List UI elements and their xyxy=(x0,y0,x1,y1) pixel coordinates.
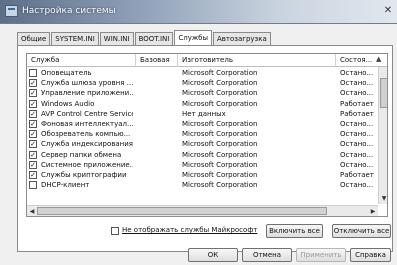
close-button[interactable]: ✕ xyxy=(381,4,395,18)
service-name: Оповещатель xyxy=(41,69,92,77)
service-name: Сервер папки обмена xyxy=(41,150,122,159)
service-manufacturer: Microsoft Corporation xyxy=(182,89,258,98)
service-manufacturer: Microsoft Corporation xyxy=(182,150,258,159)
service-status: Работает xyxy=(340,171,374,179)
service-manufacturer: Microsoft Corporation xyxy=(182,171,258,179)
service-row[interactable]: DHCP-клиент Microsoft Corporation Остано..… xyxy=(27,180,377,190)
service-row[interactable]: ✓ Windows Audio Microsoft Corporation Работ… xyxy=(27,99,377,109)
service-row[interactable]: ✓ AVP Control Centre Service Нет данных Раб… xyxy=(27,109,377,119)
service-row[interactable]: ✓ Фоновая интеллектуал... Microsoft Corpor… xyxy=(27,119,377,129)
cancel-button[interactable]: Отмена xyxy=(242,248,292,262)
service-status: Остано... xyxy=(340,150,374,159)
service-checkbox[interactable]: ✓ xyxy=(29,140,37,149)
service-manufacturer: Microsoft Corporation xyxy=(182,99,258,108)
service-checkbox[interactable]: ✓ xyxy=(29,109,37,118)
service-manufacturer: Microsoft Corporation xyxy=(182,69,258,77)
service-checkbox[interactable] xyxy=(29,69,37,77)
hide-microsoft-label[interactable]: Не отображать службы Майкрософт xyxy=(122,226,257,234)
service-manufacturer: Microsoft Corporation xyxy=(182,120,258,128)
service-row[interactable]: ✓ Службы криптографии Microsoft Corporatio… xyxy=(27,170,377,180)
column-divider[interactable] xyxy=(335,54,336,67)
service-manufacturer: Microsoft Corporation xyxy=(182,79,258,88)
service-checkbox[interactable]: ✓ xyxy=(29,171,37,179)
service-checkbox[interactable]: ✓ xyxy=(29,160,37,169)
horizontal-scroll-thumb[interactable] xyxy=(37,207,327,215)
help-button[interactable]: Справка xyxy=(350,248,391,262)
scroll-up-arrow-icon[interactable]: ▲ xyxy=(376,55,381,63)
service-name: Windows Audio xyxy=(41,99,95,108)
vertical-scrollbar[interactable]: ▼ xyxy=(378,67,387,204)
service-status: Работает xyxy=(340,109,374,118)
column-manufacturer[interactable]: Изготовитель xyxy=(182,56,233,64)
service-row[interactable]: ✓ Управление приложени... Microsoft Corpor… xyxy=(27,88,377,98)
service-checkbox[interactable]: ✓ xyxy=(29,150,37,159)
tab-system-ini[interactable]: SYSTEM.INI xyxy=(51,32,99,45)
disable-all-button[interactable]: Отключить все xyxy=(332,224,391,238)
service-status: Остано... xyxy=(340,69,374,77)
services-list: Служба Базовая Изготовитель Состоя... ▲ … xyxy=(26,53,388,217)
ok-button[interactable]: ОК xyxy=(188,248,238,262)
service-name: Фоновая интеллектуал... xyxy=(41,120,133,128)
tab-strip: Общие SYSTEM.INI WIN.INI BOOT.INI Службы… xyxy=(17,30,272,45)
service-row[interactable]: ✓ Обозреватель компью... Microsoft Corpora… xyxy=(27,129,377,139)
vertical-scroll-thumb[interactable] xyxy=(380,78,387,108)
service-status: Остано... xyxy=(340,181,374,190)
service-status: Остано... xyxy=(340,89,374,98)
column-basic[interactable]: Базовая xyxy=(140,56,170,64)
window-title: Настройка системы xyxy=(22,6,116,16)
service-status: Остано... xyxy=(340,79,374,88)
app-icon xyxy=(5,5,18,17)
service-checkbox[interactable]: ✓ xyxy=(29,99,37,108)
service-manufacturer: Нет данных xyxy=(182,109,226,118)
service-name: Обозреватель компью... xyxy=(41,130,131,139)
scroll-down-arrow-icon[interactable]: ▼ xyxy=(379,194,387,204)
service-manufacturer: Microsoft Corporation xyxy=(182,160,258,169)
service-row[interactable]: ✓ Служба индексирования Microsoft Corporat… xyxy=(27,139,377,149)
tab-startup[interactable]: Автозагрузка xyxy=(212,32,271,45)
service-name: Управление приложени... xyxy=(41,89,133,98)
column-divider[interactable] xyxy=(177,54,178,67)
scroll-right-arrow-icon[interactable]: ▶ xyxy=(368,206,378,216)
service-name: Системное приложение... xyxy=(41,160,133,169)
service-status: Остано... xyxy=(340,140,374,149)
service-checkbox[interactable]: ✓ xyxy=(29,120,37,128)
column-service[interactable]: Служба xyxy=(31,56,59,64)
column-divider[interactable] xyxy=(135,54,136,67)
service-name: Служба шлюза уровня ... xyxy=(41,79,133,88)
list-header: Служба Базовая Изготовитель Состоя... ▲ xyxy=(27,54,387,67)
service-checkbox[interactable]: ✓ xyxy=(29,89,37,98)
service-name: Службы криптографии xyxy=(41,171,127,179)
hide-microsoft-checkbox[interactable] xyxy=(111,227,119,235)
service-status: Остано... xyxy=(340,130,374,139)
service-checkbox[interactable]: ✓ xyxy=(29,79,37,88)
scroll-left-arrow-icon[interactable]: ◀ xyxy=(27,206,37,216)
service-name: DHCP-клиент xyxy=(41,181,90,190)
service-row[interactable]: ✓ Сервер папки обмена Microsoft Corporatio… xyxy=(27,150,377,160)
service-checkbox[interactable] xyxy=(29,181,37,190)
horizontal-scrollbar[interactable]: ◀ ▶ xyxy=(27,205,378,216)
service-manufacturer: Microsoft Corporation xyxy=(182,181,258,190)
service-row[interactable]: ✓ Служба шлюза уровня ... Microsoft Corpor… xyxy=(27,78,377,88)
service-status: Остано... xyxy=(340,160,374,169)
service-row[interactable]: ✓ Системное приложение... Microsoft Corpor… xyxy=(27,160,377,170)
tab-boot-ini[interactable]: BOOT.INI xyxy=(134,32,174,45)
tab-services[interactable]: Службы xyxy=(174,30,212,45)
service-status: Работает xyxy=(340,99,374,108)
service-checkbox[interactable]: ✓ xyxy=(29,130,37,139)
apply-button[interactable]: Применить xyxy=(296,248,346,262)
tab-general[interactable]: Общие xyxy=(17,32,51,45)
service-status: Остано... xyxy=(340,120,374,128)
system-config-window: Настройка системы ✕ Общие SYSTEM.INI WIN… xyxy=(0,0,397,265)
column-status[interactable]: Состоя... xyxy=(340,56,372,64)
enable-all-button[interactable]: Включить все xyxy=(266,224,323,238)
service-name: Служба индексирования xyxy=(41,140,133,149)
service-manufacturer: Microsoft Corporation xyxy=(182,140,258,149)
title-bar: Настройка системы ✕ xyxy=(0,0,397,24)
service-row[interactable]: Оповещатель Microsoft Corporation Остано..… xyxy=(27,68,377,78)
tab-win-ini[interactable]: WIN.INI xyxy=(99,32,134,45)
service-manufacturer: Microsoft Corporation xyxy=(182,130,258,139)
service-name: AVP Control Centre Service xyxy=(41,109,133,118)
